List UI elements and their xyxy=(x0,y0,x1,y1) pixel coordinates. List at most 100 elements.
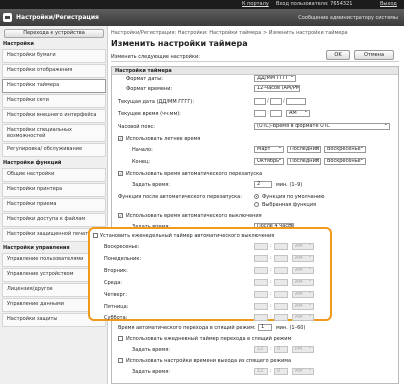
day-minute-input[interactable] xyxy=(274,255,288,262)
day-ampm-select[interactable]: AM xyxy=(292,303,314,310)
sidebar-group-functions: Настройки функций xyxy=(3,160,62,166)
sidebar-item-timer[interactable]: Настройки таймера xyxy=(2,79,106,93)
day-minute-input[interactable] xyxy=(274,279,288,286)
day-ampm-select[interactable]: AM xyxy=(292,279,314,286)
day-minute-input[interactable] xyxy=(274,243,288,250)
day-ampm-select[interactable]: AM xyxy=(292,267,314,274)
day-minute-input[interactable] xyxy=(274,314,288,321)
time-separator: : xyxy=(270,314,272,320)
time-separator: : xyxy=(270,368,272,374)
func-after-reset-label: Функция после автоматического перезапуск… xyxy=(118,194,242,200)
timezone-label: Часовой пояс: xyxy=(118,124,155,130)
sidebar-item-paper[interactable]: Настройки бумаги xyxy=(2,49,106,63)
day-hour-input[interactable] xyxy=(254,255,268,262)
daily-sleep-time-label: Задать время: xyxy=(132,347,170,353)
auto-reset-input[interactable]: 2 xyxy=(254,181,272,188)
time-hour-input[interactable] xyxy=(254,110,266,117)
func-selected-radio[interactable] xyxy=(254,202,259,207)
day-minute-input[interactable] xyxy=(274,291,288,298)
day-ampm-select[interactable]: AM xyxy=(292,291,314,298)
time-format-label: Формат времени: xyxy=(126,86,173,92)
func-default-radio[interactable] xyxy=(254,194,259,199)
sidebar-item-common[interactable]: Общие настройки xyxy=(2,168,106,182)
auto-off-label: Использовать время автоматического выклю… xyxy=(126,213,262,219)
current-date-label: Текущая дата (ДД/ММ ГГГГ): xyxy=(118,99,195,105)
timezone-select[interactable]: (UTC)-Время в формате UTC xyxy=(254,123,390,130)
time-separator: : xyxy=(270,243,272,249)
day-minute-input[interactable] xyxy=(274,303,288,310)
auto-off-checkbox[interactable]: ✓ xyxy=(118,213,123,218)
day-hour-input[interactable] xyxy=(254,291,268,298)
logout-link[interactable]: Выход xyxy=(380,1,397,7)
date-day-input[interactable] xyxy=(254,98,266,105)
date-format-select[interactable]: ДД/ММ ГГГГ xyxy=(254,75,296,82)
sidebar: Перехода к устройства Настройки Настройк… xyxy=(0,26,108,384)
sidebar-group-management: Настройки управления xyxy=(3,245,70,251)
sidebar-item-display[interactable]: Настройки отображения xyxy=(2,64,106,78)
sidebar-item-file-access[interactable]: Настройки доступа к файлам xyxy=(2,213,106,227)
day-hour-input[interactable] xyxy=(254,279,268,286)
date-month-input[interactable] xyxy=(270,98,282,105)
time-separator: : xyxy=(270,291,272,297)
day-hour-input[interactable] xyxy=(254,267,268,274)
time-minute-input[interactable] xyxy=(270,110,282,117)
day-label-tuesday: Вторник: xyxy=(104,268,128,274)
change-settings-label: Изменить следующие настройки: xyxy=(111,54,399,62)
wake-checkbox[interactable] xyxy=(118,358,123,363)
daily-sleep-ampm-select[interactable]: PM xyxy=(292,346,314,353)
dst-start-week-select[interactable]: Последний xyxy=(287,146,321,153)
sidebar-item-receive[interactable]: Настройки приема xyxy=(2,198,106,212)
sidebar-item-network[interactable]: Настройки сети xyxy=(2,94,106,108)
daily-sleep-checkbox[interactable] xyxy=(118,336,123,341)
day-minute-input[interactable] xyxy=(274,267,288,274)
current-time-label: Текущее время (чч:мм): xyxy=(118,111,181,117)
sidebar-item-interface[interactable]: Настройки внешнего интерфейса xyxy=(2,109,106,123)
time-separator: : xyxy=(270,255,272,261)
time-ampm-select[interactable]: AM xyxy=(286,110,310,117)
time-separator: : xyxy=(270,346,272,352)
dst-start-day-select[interactable]: Воскресенье xyxy=(324,146,366,153)
sidebar-item-accessibility[interactable]: Настройки специальных возможностей xyxy=(2,124,106,142)
time-format-select[interactable]: 12-часов (AM/PM) xyxy=(254,85,300,92)
dst-start-label: Начало: xyxy=(132,147,153,153)
date-year-input[interactable] xyxy=(286,98,306,105)
day-label-monday: Понедельник: xyxy=(104,256,142,262)
wake-ampm-select[interactable]: AM xyxy=(292,368,314,375)
dst-end-week-select[interactable]: Последний xyxy=(287,158,321,165)
day-ampm-select[interactable]: AM xyxy=(292,243,314,250)
dst-end-month-select[interactable]: Октябрь xyxy=(254,158,284,165)
wake-minute-input[interactable]: 0 xyxy=(274,368,288,375)
go-to-device-button[interactable]: Перехода к устройства xyxy=(4,29,104,38)
day-label-friday: Пятница: xyxy=(104,304,129,310)
dst-end-label: Конец: xyxy=(132,159,151,165)
dst-label: Использовать летнее время xyxy=(126,136,201,142)
sidebar-item-printer[interactable]: Настройки принтера xyxy=(2,183,106,197)
portal-link[interactable]: К порталу xyxy=(242,1,269,7)
section-title: Настройки таймера xyxy=(112,67,398,75)
sidebar-item-maintenance[interactable]: Регулировка/ обслуживание xyxy=(2,143,106,157)
day-label-sunday: Воскресенье: xyxy=(104,244,140,250)
sleep-time-label: Время автоматического перехода в спящий … xyxy=(118,325,256,331)
day-ampm-select[interactable]: AM xyxy=(292,255,314,262)
daily-sleep-label: Использовать ежедневный таймер перехода … xyxy=(126,336,292,342)
breadcrumb: Настройки/Регистрация: Настройки: Настро… xyxy=(111,30,348,36)
weekly-timer-label: Установить еженедельный таймер автоматич… xyxy=(100,233,275,239)
admin-mail-link[interactable]: Сообщение администратору системы xyxy=(298,15,398,21)
day-ampm-select[interactable]: AM xyxy=(292,314,314,321)
wake-hour-input[interactable]: 12 xyxy=(254,368,268,375)
dst-start-month-select[interactable]: Март xyxy=(254,146,284,153)
sleep-time-input[interactable]: 1 xyxy=(258,324,272,331)
daily-sleep-minute-input[interactable]: 0 xyxy=(274,346,288,353)
daily-sleep-hour-input[interactable]: 12 xyxy=(254,346,268,353)
auto-reset-time-label: Задать время: xyxy=(132,182,170,188)
dst-end-day-select[interactable]: Воскресенье xyxy=(324,158,366,165)
dst-checkbox[interactable]: ✓ xyxy=(118,136,123,141)
day-hour-input[interactable] xyxy=(254,243,268,250)
day-hour-input[interactable] xyxy=(254,303,268,310)
auto-reset-checkbox[interactable]: ✓ xyxy=(118,171,123,176)
day-hour-input[interactable] xyxy=(254,314,268,321)
login-user-text: Вход пользователя: 7654321 xyxy=(276,1,353,7)
date-format-label: Формат даты: xyxy=(126,76,163,82)
time-separator: : xyxy=(270,279,272,285)
weekly-timer-checkbox[interactable] xyxy=(93,233,98,238)
